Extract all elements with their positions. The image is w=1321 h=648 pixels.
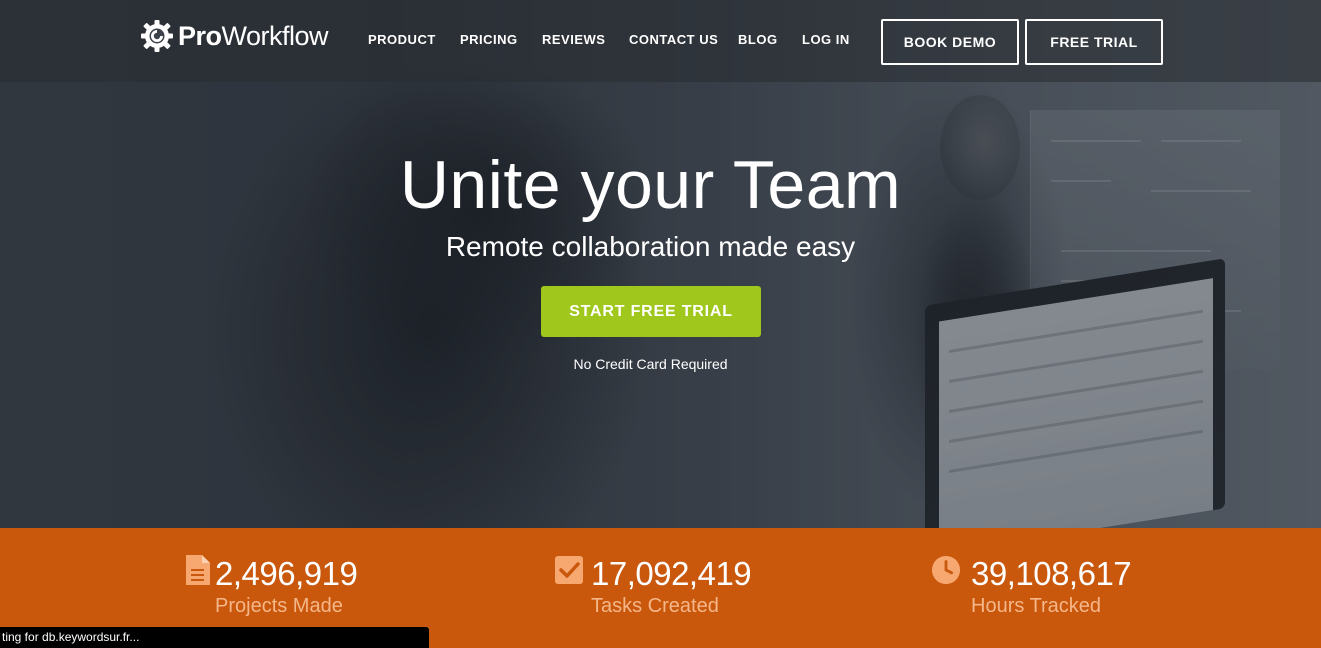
nav-log-in[interactable]: LOG IN [802, 32, 850, 47]
stat-value: 17,092,419 [591, 555, 752, 592]
nav-blog[interactable]: BLOG [738, 32, 778, 47]
hero-subtitle: Remote collaboration made easy [445, 231, 856, 262]
nav-product[interactable]: PRODUCT [368, 32, 436, 47]
nav-pricing[interactable]: PRICING [460, 32, 518, 47]
stat-label: Hours Tracked [971, 595, 1102, 617]
stat-label: Projects Made [215, 595, 343, 617]
stat-hours: 39,108,617 Hours Tracked [880, 528, 1321, 648]
logo-text-workflow: Workflow [221, 20, 329, 51]
browser-status-bar: ting for db.keywordsur.fr... [0, 627, 429, 648]
free-trial-button[interactable]: FREE TRIAL [1025, 19, 1163, 65]
nav-reviews[interactable]: REVIEWS [542, 32, 605, 47]
stat-value: 39,108,617 [971, 555, 1132, 592]
stat-tasks: 17,092,419 Tasks Created [440, 528, 880, 648]
gear-logo-icon [141, 20, 173, 52]
proworkflow-logo[interactable]: Pro Workflow [140, 18, 329, 54]
stat-value: 2,496,919 [215, 555, 358, 592]
document-icon [186, 555, 210, 585]
start-free-trial-button[interactable]: START FREE TRIAL [541, 286, 761, 337]
clock-icon [931, 555, 961, 585]
site-header: Pro Workflow PRODUCT PRICING REVIEWS CON… [0, 0, 1321, 82]
logo-text-pro: Pro [178, 20, 222, 51]
stat-label: Tasks Created [591, 595, 719, 617]
checkbox-icon [555, 556, 583, 584]
nav-contact-us[interactable]: CONTACT US [629, 32, 718, 47]
hero-title: Unite your Team [399, 147, 902, 223]
no-credit-card-note: No Credit Card Required [573, 356, 728, 372]
book-demo-button[interactable]: BOOK DEMO [881, 19, 1019, 65]
